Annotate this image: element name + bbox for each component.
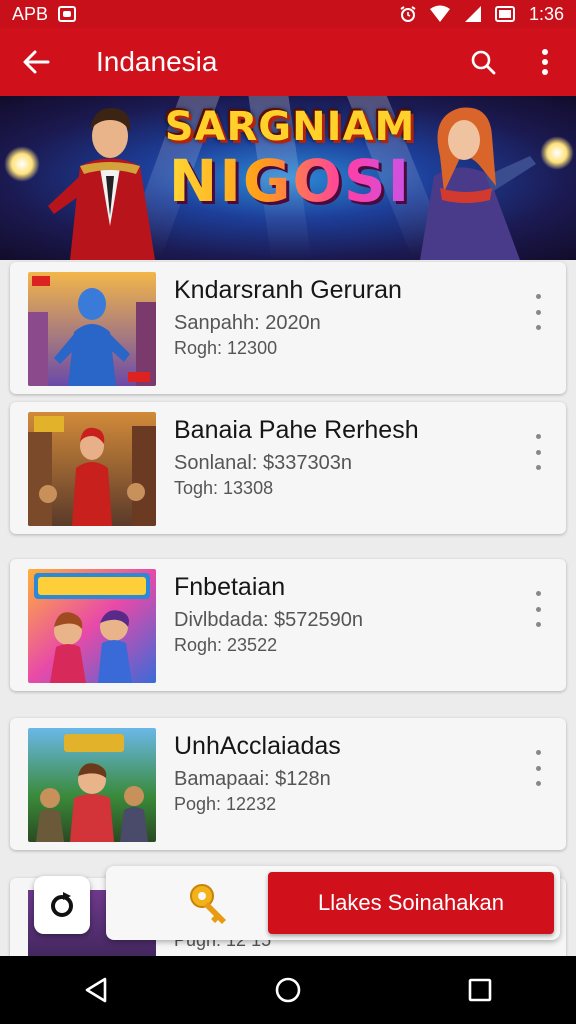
item-more-button[interactable] bbox=[528, 750, 548, 786]
list-item[interactable]: UnhAcclaiadas Bamapaai: $128n Pogh: 1223… bbox=[10, 718, 566, 850]
primary-cta-button[interactable]: Llakes Soinahakan bbox=[268, 872, 554, 934]
item-subtitle: Sanpahh: 2020n bbox=[174, 312, 321, 334]
banner-title: SARGNIAM NIGOSI bbox=[150, 104, 430, 212]
nav-back-button[interactable] bbox=[46, 956, 146, 1024]
item-title: Fnbetaian bbox=[174, 573, 286, 601]
game-thumbnail bbox=[28, 728, 156, 842]
stage-light-icon bbox=[4, 146, 40, 182]
refresh-icon bbox=[51, 892, 73, 917]
more-vert-icon bbox=[542, 49, 548, 75]
arrow-left-icon bbox=[23, 50, 50, 74]
status-left-text: APB bbox=[12, 3, 49, 24]
status-bar: APB 1:36 bbox=[0, 0, 576, 28]
list-item[interactable]: Kndarsranh Geruran Sanpahh: 2020n Rogh: … bbox=[10, 262, 566, 394]
item-meta: Togh: 13308 bbox=[174, 478, 274, 498]
signal-icon bbox=[464, 6, 481, 22]
item-subtitle: Sonlanal: $337303n bbox=[174, 452, 352, 474]
banner-title-line2: NIGOSI bbox=[150, 150, 430, 212]
promo-banner[interactable]: SARGNIAM NIGOSI bbox=[0, 96, 576, 260]
system-nav-bar bbox=[0, 956, 576, 1024]
home-circle-icon bbox=[275, 977, 301, 1003]
item-meta: Pogh: 12232 bbox=[174, 794, 277, 814]
banner-title-line1: SARGNIAM bbox=[164, 104, 416, 150]
item-more-button[interactable] bbox=[528, 294, 548, 330]
bottom-action-bar: Llakes Soinahakan bbox=[106, 866, 560, 940]
list-item[interactable]: Banaia Pahe Rerhesh Sonlanal: $337303n T… bbox=[10, 402, 566, 534]
item-subtitle: Bamapaai: $128n bbox=[174, 768, 331, 790]
back-button[interactable] bbox=[0, 28, 72, 96]
page-title: Indanesia bbox=[96, 46, 218, 77]
item-title: Kndarsranh Geruran bbox=[174, 276, 402, 304]
search-icon bbox=[471, 50, 496, 75]
game-thumbnail bbox=[28, 412, 156, 526]
wifi-icon bbox=[429, 5, 450, 22]
nav-recents-button[interactable] bbox=[430, 956, 530, 1024]
search-button[interactable] bbox=[452, 28, 514, 96]
item-meta: Rogh: 23522 bbox=[174, 635, 278, 655]
item-title: UnhAcclaiadas bbox=[174, 732, 341, 760]
item-more-button[interactable] bbox=[528, 591, 548, 627]
back-triangle-icon bbox=[85, 977, 107, 1003]
floating-action-button[interactable] bbox=[34, 876, 90, 934]
app-bar: Indanesia bbox=[0, 28, 576, 96]
recents-square-icon bbox=[468, 978, 492, 1002]
item-subtitle: Divlbdada: $572590n bbox=[174, 609, 364, 631]
alarm-icon bbox=[400, 6, 416, 22]
game-thumbnail bbox=[28, 272, 156, 386]
item-more-button[interactable] bbox=[528, 434, 548, 470]
battery-icon bbox=[494, 6, 515, 22]
key-icon[interactable] bbox=[186, 880, 234, 928]
notification-icon bbox=[58, 6, 77, 22]
more-options-button[interactable] bbox=[514, 28, 576, 96]
item-meta: Rogh: 12300 bbox=[174, 338, 278, 358]
list-item[interactable]: Fnbetaian Divlbdada: $572590n Rogh: 2352… bbox=[10, 559, 566, 691]
game-thumbnail bbox=[28, 569, 156, 683]
nav-home-button[interactable] bbox=[238, 956, 338, 1024]
item-title: Banaia Pahe Rerhesh bbox=[174, 416, 419, 444]
status-time: 1:36 bbox=[528, 3, 564, 24]
